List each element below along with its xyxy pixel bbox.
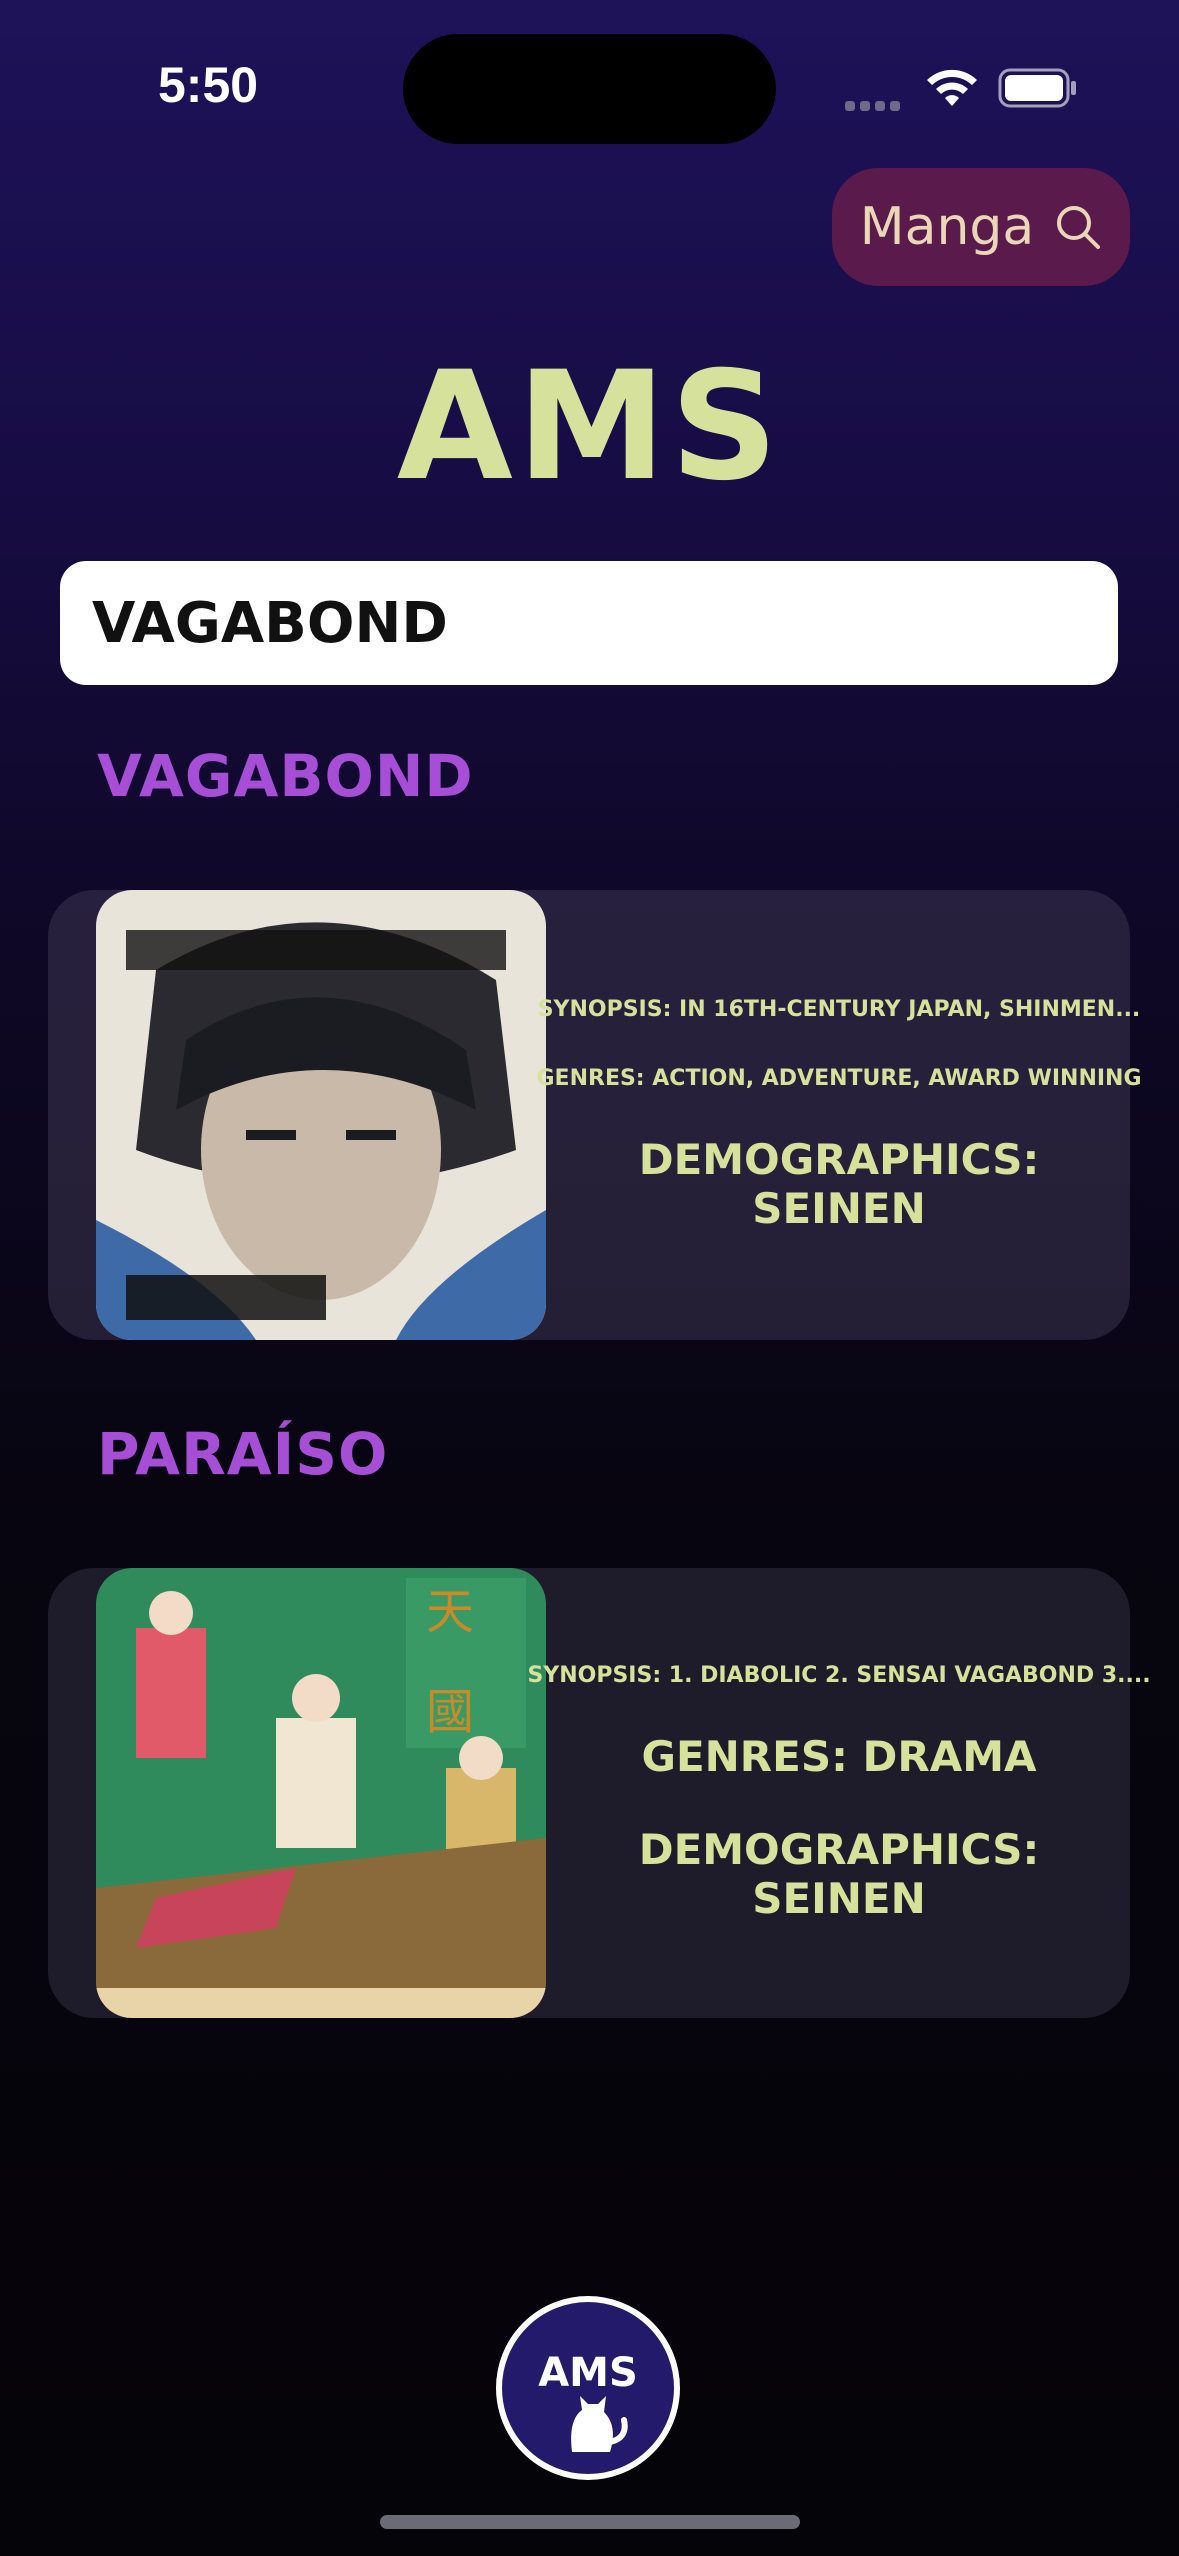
search-input[interactable] [60, 561, 1118, 685]
home-button[interactable]: AMS [496, 2296, 680, 2480]
svg-text:天: 天 [426, 1584, 474, 1640]
result-card[interactable]: SYNOPSIS: IN 16TH-CENTURY JAPAN, SHINMEN… [48, 890, 1142, 1340]
svg-text:國: 國 [426, 1684, 474, 1740]
result-card[interactable]: 天 國 SYNOPSIS: 1. DIABOLIC 2. SENSAI VAGA… [48, 1568, 1151, 2018]
manga-search-button[interactable]: Manga [832, 168, 1130, 286]
result-genres: GENRES: DRAMA [641, 1732, 1037, 1781]
manga-search-label: Manga [859, 197, 1035, 257]
app-title: AMS [396, 340, 783, 514]
result-synopsis: SYNOPSIS: IN 16TH-CENTURY JAPAN, SHINMEN… [537, 997, 1141, 1022]
result-title: PARAÍSO [97, 1420, 389, 1488]
manga-cover-image [96, 890, 546, 1340]
manga-cover-image: 天 國 [96, 1568, 546, 2018]
battery-icon [998, 68, 1076, 108]
result-synopsis: SYNOPSIS: 1. DIABOLIC 2. SENSAI VAGABOND… [527, 1663, 1151, 1688]
wifi-icon [927, 69, 977, 106]
search-icon [1057, 206, 1101, 249]
result-demographics: DEMOGRAPHICS: SEINEN [638, 1135, 1040, 1233]
result-info: SYNOPSIS: 1. DIABOLIC 2. SENSAI VAGABOND… [527, 1568, 1150, 2018]
cellular-signal-icon [845, 96, 905, 111]
result-title: VAGABOND [97, 742, 474, 810]
result-info: SYNOPSIS: IN 16TH-CENTURY JAPAN, SHINMEN… [537, 890, 1142, 1340]
dynamic-island [403, 34, 776, 144]
result-demographics: DEMOGRAPHICS: SEINEN [638, 1825, 1040, 1923]
status-time: 5:50 [158, 57, 259, 113]
result-genres: GENRES: ACTION, ADVENTURE, AWARD WINNING [536, 1066, 1142, 1091]
home-button-label: AMS [538, 2350, 638, 2396]
home-indicator[interactable] [380, 2515, 800, 2529]
